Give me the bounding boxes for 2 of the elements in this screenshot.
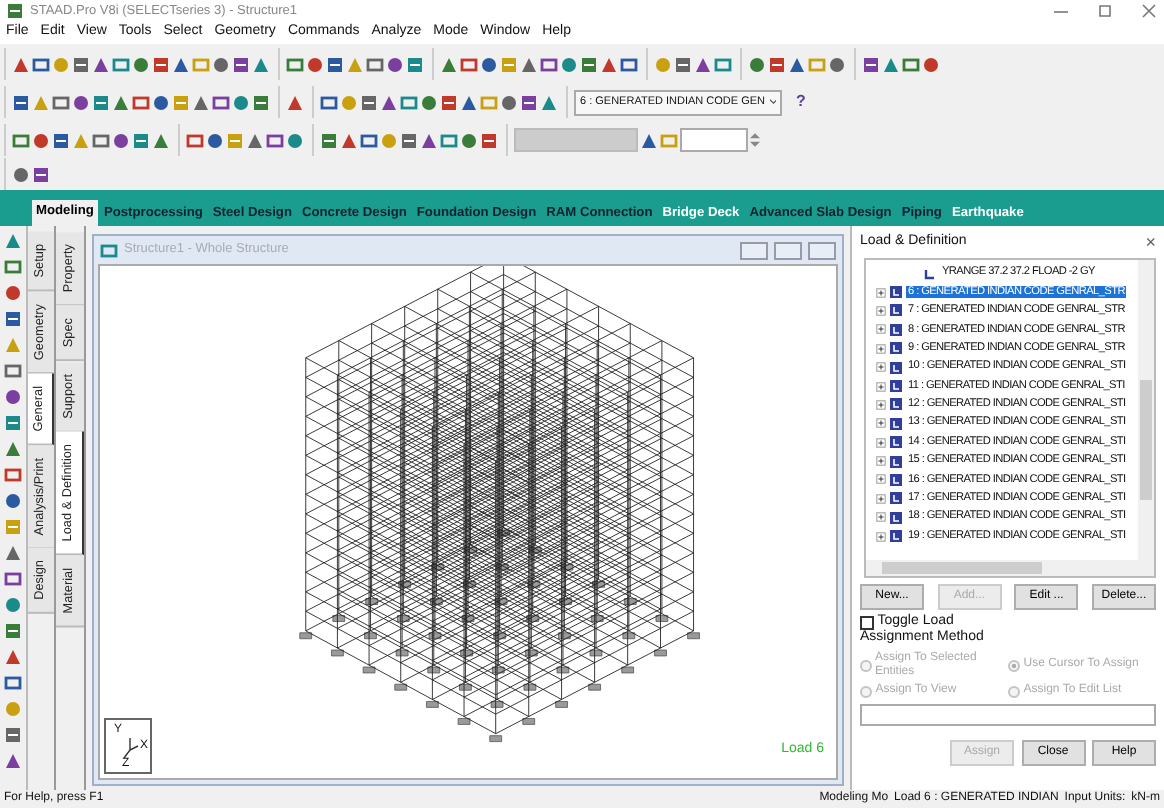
help-button[interactable]: ? bbox=[796, 92, 806, 112]
close-button[interactable]: × bbox=[1145, 231, 1156, 253]
